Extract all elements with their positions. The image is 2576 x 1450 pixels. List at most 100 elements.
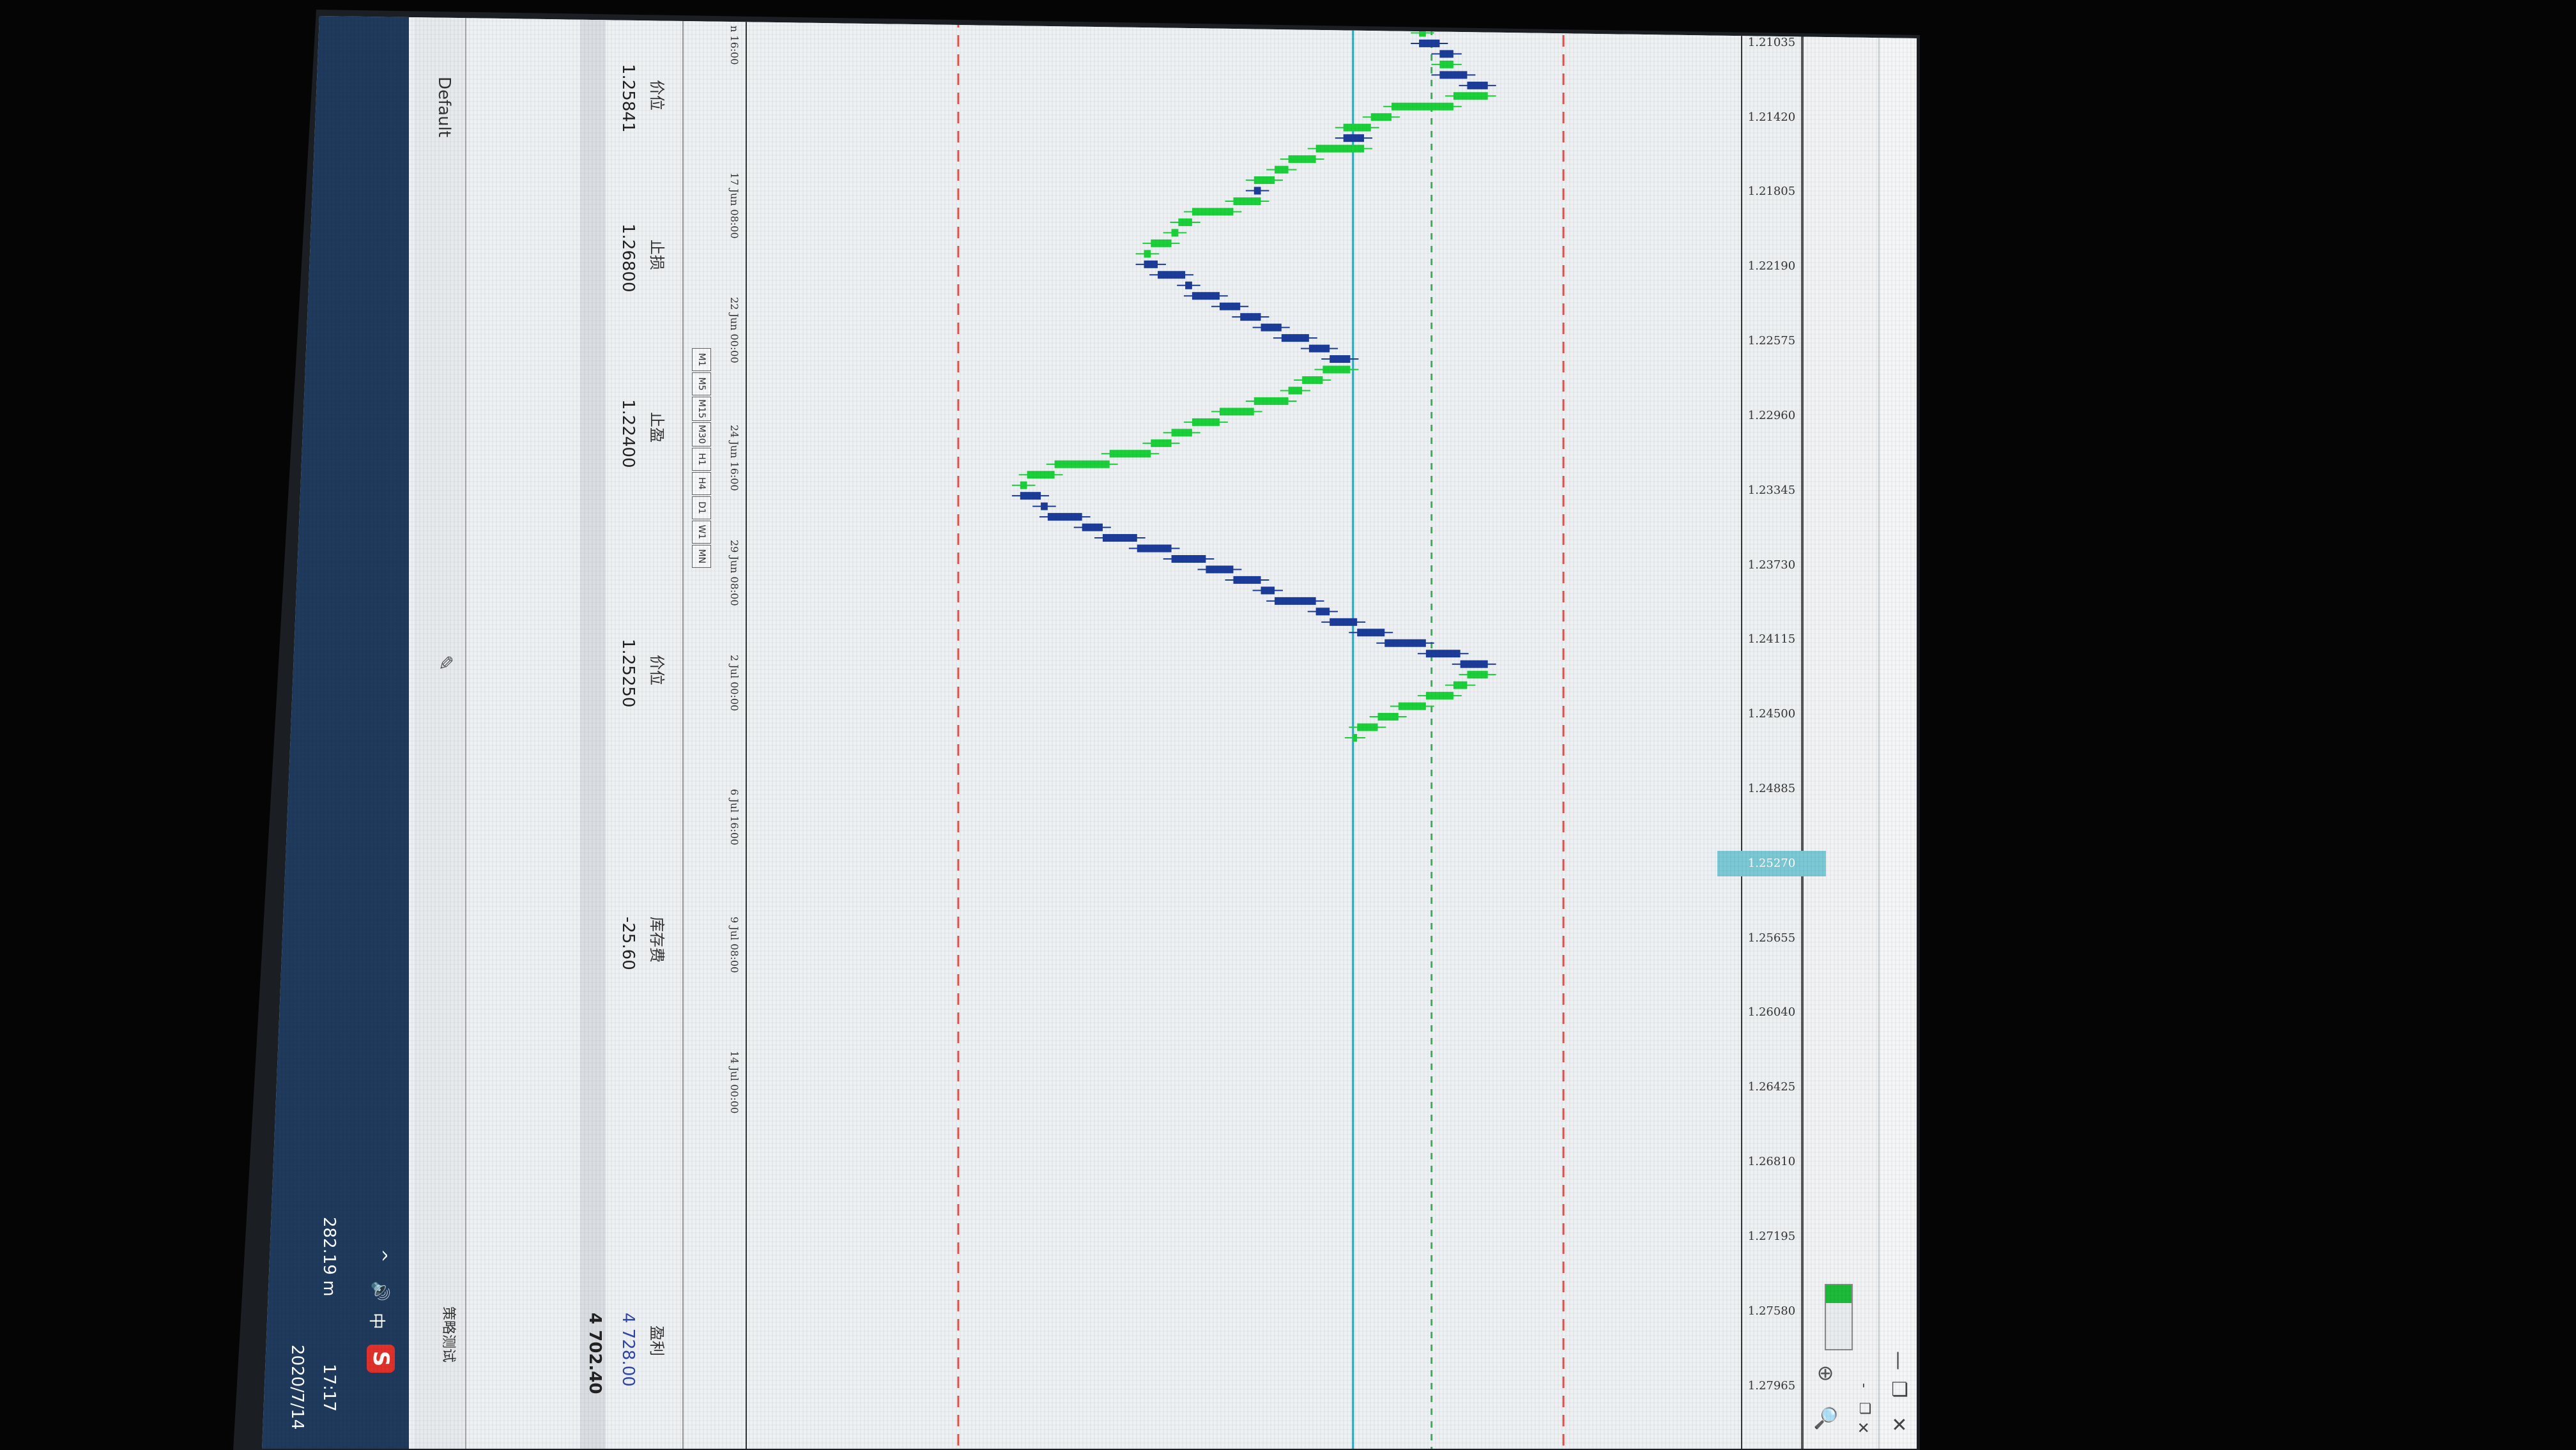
candle-body xyxy=(1288,386,1303,395)
close-button[interactable]: ✕ xyxy=(1886,1412,1910,1437)
candle-body xyxy=(1261,323,1282,332)
candle-body xyxy=(1020,481,1027,489)
candle-body xyxy=(1192,418,1220,426)
candle-body xyxy=(1144,250,1151,258)
swap-value: -25.60 xyxy=(618,917,638,970)
candle-body xyxy=(1171,229,1179,237)
candle-body xyxy=(1192,292,1220,300)
tab-strategy-tester[interactable]: 策略测试 xyxy=(440,1306,460,1362)
period-button[interactable]: M1 xyxy=(692,348,711,371)
candle-body xyxy=(1020,492,1041,500)
candle-body xyxy=(1254,187,1261,195)
chart-restore-button[interactable]: ❐ xyxy=(1856,1402,1872,1415)
time-label: n 16:00 xyxy=(728,26,740,65)
candle-body xyxy=(1343,134,1364,142)
candle-body xyxy=(1439,50,1453,58)
candle-body xyxy=(1041,502,1048,510)
zoom-icon[interactable]: 🔍 xyxy=(1813,1405,1839,1431)
price-header: 价位 xyxy=(648,80,666,111)
color-swatch[interactable] xyxy=(1825,1284,1853,1350)
tab-default[interactable]: Default xyxy=(434,77,454,137)
candle-body xyxy=(1233,197,1261,205)
profit-row-bg xyxy=(580,16,606,1449)
candle-body xyxy=(1343,123,1371,132)
time-label: 6 Jul 16:00 xyxy=(728,789,740,846)
time-label: 29 Jun 08:00 xyxy=(728,540,740,606)
period-button[interactable]: M15 xyxy=(692,397,711,421)
candles-svg xyxy=(957,16,1565,1449)
candle-body xyxy=(1281,334,1309,342)
chart-close-button[interactable]: ✕ xyxy=(1854,1421,1872,1434)
candle-body xyxy=(1144,260,1158,268)
chevron-up-icon[interactable]: ^ xyxy=(371,1249,390,1263)
candle-body xyxy=(1102,534,1137,542)
candle-body xyxy=(1419,39,1440,47)
time-label: 14 Jul 00:00 xyxy=(728,1051,740,1114)
candle-body xyxy=(1322,365,1351,374)
candle-body xyxy=(1151,239,1172,247)
candle-body xyxy=(1288,155,1316,164)
close-price-header: 价位 xyxy=(648,655,666,685)
terminal-screen: — ❐ ✕ - ❐ ✕ ⊕ 🔍 1.27965 1.27580 1.27195 1.2… xyxy=(262,16,1917,1449)
candle-body xyxy=(1192,208,1234,216)
candle-body xyxy=(1185,281,1192,289)
candle-body xyxy=(1261,586,1275,595)
candle-body xyxy=(1384,639,1426,647)
profit-header: 盈利 xyxy=(648,1325,666,1356)
candle-body xyxy=(1158,271,1186,279)
period-button[interactable]: H1 xyxy=(692,447,711,471)
period-button[interactable]: H4 xyxy=(692,471,711,495)
candle-body xyxy=(1370,113,1392,121)
candle-body xyxy=(1315,144,1364,153)
candle-body xyxy=(1047,513,1082,521)
minimize-button[interactable]: — xyxy=(1886,1348,1910,1373)
candle-body xyxy=(1082,523,1103,531)
candle-body xyxy=(1233,576,1261,584)
chart-minimize-button[interactable]: - xyxy=(1856,1383,1872,1388)
period-buttons: M1 M5 M15 M30 H1 H4 D1 W1 MN xyxy=(691,348,711,569)
take-profit-header: 止盈 xyxy=(648,412,666,443)
candle-body xyxy=(1054,460,1110,468)
time-label: 24 Jun 16:00 xyxy=(728,425,740,491)
candle-body xyxy=(1254,176,1275,185)
candle-body xyxy=(1453,92,1488,100)
time-label: 9 Jul 08:00 xyxy=(728,917,740,973)
period-button[interactable]: M5 xyxy=(692,372,711,395)
price-chart[interactable]: 1.27965 1.27580 1.27195 1.26810 1.26425 1.260… xyxy=(686,16,1826,1449)
candle-body xyxy=(1330,618,1358,626)
candle-body xyxy=(1453,681,1468,689)
swatch-fill xyxy=(1826,1285,1851,1303)
order-panel: 价位 1.25841 止损 1.26800 止盈 1.22400 价位 1.25… xyxy=(471,16,684,1449)
restore-button[interactable]: ❐ xyxy=(1886,1377,1910,1402)
candle-body xyxy=(1439,60,1453,68)
candle-body xyxy=(1377,713,1399,721)
candle-body xyxy=(1357,723,1378,731)
candle-body xyxy=(1206,565,1234,574)
title-bar: — ❐ ✕ xyxy=(1878,16,1917,1449)
candle-body xyxy=(1467,671,1488,679)
candle-body xyxy=(1392,102,1453,111)
app-s-icon[interactable]: S xyxy=(367,1345,395,1373)
clock-date[interactable]: 2020/7/14 xyxy=(288,1345,307,1430)
candle-body xyxy=(1398,702,1426,710)
chart-plot[interactable] xyxy=(752,16,1742,1449)
period-button[interactable]: D1 xyxy=(692,496,711,519)
clock-time[interactable]: 17:17 xyxy=(319,1364,339,1412)
price-axis: 1.27965 1.27580 1.27195 1.26810 1.26425 1.260… xyxy=(1717,16,1826,1449)
close-price-value: 1.25250 xyxy=(618,639,638,708)
stop-loss-header: 止损 xyxy=(648,240,666,270)
time-label: 2 Jul 00:00 xyxy=(728,655,740,712)
candle-body xyxy=(1219,408,1254,416)
ime-indicator[interactable]: 中 xyxy=(366,1313,390,1329)
pencil-icon[interactable]: ✎ xyxy=(434,655,456,671)
candle-body xyxy=(1219,302,1241,310)
candle-body xyxy=(1275,165,1289,174)
candle-body xyxy=(1109,450,1151,458)
candle-body xyxy=(1302,376,1323,384)
candle-body xyxy=(1027,471,1055,479)
candle-body xyxy=(1460,660,1488,668)
volume-icon[interactable]: 🔊 xyxy=(371,1281,390,1301)
period-button[interactable]: MN xyxy=(692,544,711,568)
period-button[interactable]: W1 xyxy=(692,520,711,544)
period-button[interactable]: M30 xyxy=(692,422,711,446)
